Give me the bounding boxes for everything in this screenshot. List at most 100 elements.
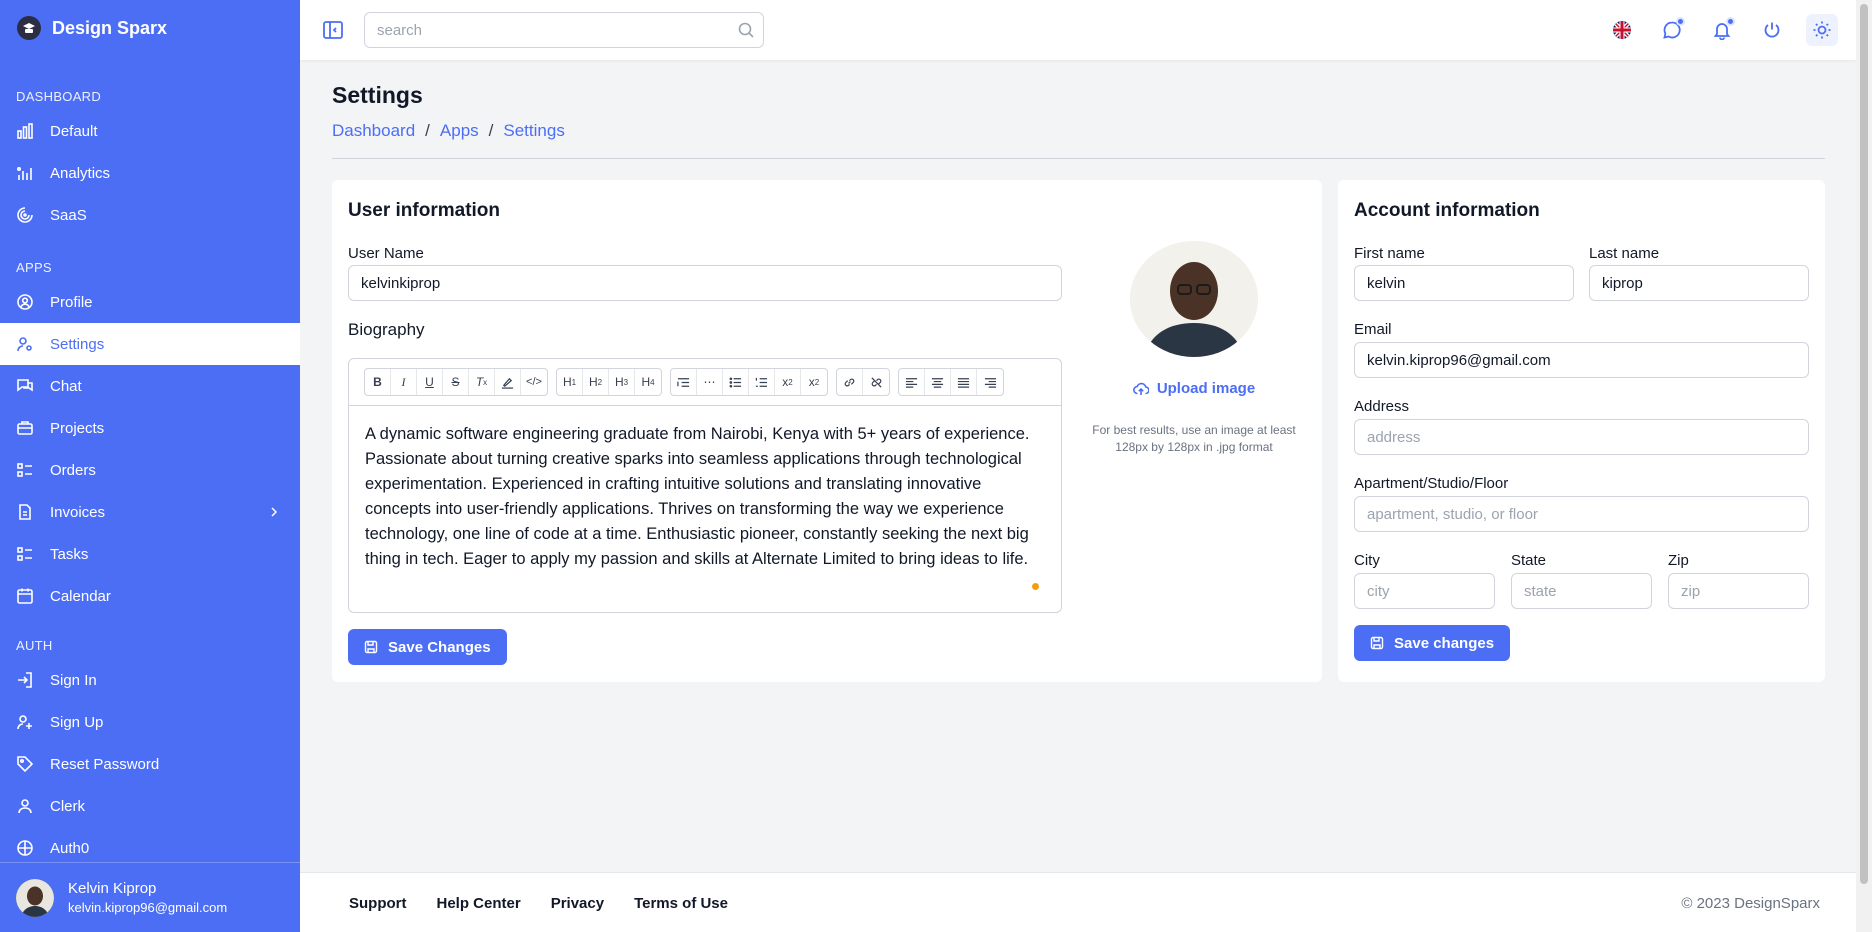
user-circle-icon bbox=[17, 294, 33, 310]
sidebar-item-profile[interactable]: Profile bbox=[0, 281, 300, 323]
footer-link-support[interactable]: Support bbox=[349, 895, 407, 912]
bar-chart-icon bbox=[17, 123, 33, 139]
highlight-icon[interactable] bbox=[495, 369, 521, 395]
section-label-dashboard: DASHBOARD bbox=[16, 88, 102, 104]
address-input[interactable] bbox=[1354, 419, 1809, 455]
topbar bbox=[300, 0, 1856, 60]
upload-image-button[interactable]: Upload image bbox=[1130, 380, 1258, 397]
format-group: B I U S Tx </> bbox=[364, 368, 548, 396]
tag-icon bbox=[17, 756, 34, 773]
sidebar-item-label: Auth0 bbox=[50, 839, 90, 857]
sidebar-item-clerk[interactable]: Clerk bbox=[0, 785, 300, 827]
bullet-list-icon[interactable] bbox=[723, 369, 749, 395]
horizontal-rule-icon[interactable]: ⋯ bbox=[697, 369, 723, 395]
sidebar-item-sign-in[interactable]: Sign In bbox=[0, 659, 300, 701]
state-label: State bbox=[1511, 552, 1547, 569]
sidebar-item-label: Sign Up bbox=[50, 713, 104, 731]
heading-2-icon[interactable]: H2 bbox=[583, 369, 609, 395]
messages-badge bbox=[1676, 17, 1685, 26]
last-name-input[interactable] bbox=[1589, 265, 1809, 301]
analytics-icon bbox=[16, 166, 32, 180]
link-icon[interactable] bbox=[837, 369, 863, 395]
sidebar-item-chat[interactable]: Chat bbox=[0, 365, 300, 407]
code-icon[interactable]: </> bbox=[521, 369, 547, 395]
align-group bbox=[898, 368, 1004, 396]
align-justify-icon[interactable] bbox=[951, 369, 977, 395]
heading-3-icon[interactable]: H3 bbox=[609, 369, 635, 395]
save-account-button[interactable]: Save changes bbox=[1354, 625, 1511, 661]
sidebar-item-saas[interactable]: SaaS bbox=[0, 194, 300, 236]
brand[interactable]: Design Sparx bbox=[0, 0, 300, 56]
align-right-icon[interactable] bbox=[977, 369, 1003, 395]
username-input[interactable] bbox=[348, 265, 1062, 301]
topbar-actions bbox=[1588, 0, 1856, 60]
notifications-button[interactable] bbox=[1706, 14, 1738, 46]
unlink-icon[interactable] bbox=[863, 369, 889, 395]
sidebar-item-label: Chat bbox=[50, 377, 82, 395]
breadcrumb-settings[interactable]: Settings bbox=[503, 121, 564, 141]
sidebar-item-tasks[interactable]: Tasks bbox=[0, 533, 300, 575]
logout-button[interactable] bbox=[1756, 14, 1788, 46]
breadcrumb-apps[interactable]: Apps bbox=[440, 121, 479, 141]
sidebar-item-default[interactable]: Default bbox=[0, 110, 300, 152]
list-icon bbox=[17, 547, 32, 561]
sidebar-item-projects[interactable]: Projects bbox=[0, 407, 300, 449]
heading-1-icon[interactable]: H1 bbox=[557, 369, 583, 395]
footer-link-help-center[interactable]: Help Center bbox=[437, 895, 521, 912]
superscript-icon[interactable]: x2 bbox=[801, 369, 827, 395]
underline-icon[interactable]: U bbox=[417, 369, 443, 395]
scrollbar-thumb[interactable] bbox=[1860, 4, 1868, 884]
user-icon bbox=[18, 799, 32, 814]
sidebar-item-orders[interactable]: Orders bbox=[0, 449, 300, 491]
save-changes-button[interactable]: Save Changes bbox=[348, 629, 507, 665]
shield-icon bbox=[17, 840, 33, 856]
footer-link-privacy[interactable]: Privacy bbox=[551, 895, 604, 912]
address-label: Address bbox=[1354, 398, 1410, 415]
email-input[interactable] bbox=[1354, 342, 1809, 378]
page-scrollbar[interactable] bbox=[1856, 0, 1872, 932]
blockquote-icon[interactable] bbox=[671, 369, 697, 395]
sidebar-item-sign-up[interactable]: Sign Up bbox=[0, 701, 300, 743]
footer-link-terms[interactable]: Terms of Use bbox=[634, 895, 728, 912]
first-name-input[interactable] bbox=[1354, 265, 1574, 301]
city-input[interactable] bbox=[1354, 573, 1495, 609]
user-plus-icon bbox=[17, 715, 32, 730]
messages-button[interactable] bbox=[1656, 14, 1688, 46]
bold-icon[interactable]: B bbox=[365, 369, 391, 395]
align-left-icon[interactable] bbox=[899, 369, 925, 395]
ordered-list-icon[interactable] bbox=[749, 369, 775, 395]
theme-toggle[interactable] bbox=[1806, 14, 1838, 46]
language-button[interactable] bbox=[1606, 14, 1638, 46]
align-center-icon[interactable] bbox=[925, 369, 951, 395]
search-input[interactable] bbox=[377, 21, 717, 39]
subscript-icon[interactable]: x2 bbox=[775, 369, 801, 395]
sidebar-item-label: Orders bbox=[50, 461, 96, 479]
biography-editor[interactable]: B I U S Tx </> H1 H2 H3 H4 ⋯ x 2 x 2 A d… bbox=[348, 358, 1062, 613]
chevron-right-icon bbox=[271, 507, 278, 517]
heading-4-icon[interactable]: H4 bbox=[635, 369, 661, 395]
sidebar-collapse-icon[interactable] bbox=[322, 19, 344, 41]
breadcrumb-dashboard[interactable]: Dashboard bbox=[332, 121, 415, 141]
clear-format-icon[interactable]: Tx bbox=[469, 369, 495, 395]
apartment-input[interactable] bbox=[1354, 496, 1809, 532]
search-icon[interactable] bbox=[737, 21, 755, 39]
sidebar-user[interactable]: Kelvin Kiprop kelvin.kiprop96@gmail.com bbox=[0, 862, 300, 932]
sidebar-item-label: SaaS bbox=[50, 206, 87, 224]
sidebar-item-label: Reset Password bbox=[50, 755, 160, 773]
link-group bbox=[836, 368, 890, 396]
logo-icon bbox=[17, 16, 41, 40]
sidebar-item-invoices[interactable]: Invoices bbox=[0, 491, 300, 533]
sidebar-item-analytics[interactable]: Analytics bbox=[0, 152, 300, 194]
italic-icon[interactable]: I bbox=[391, 369, 417, 395]
zip-label: Zip bbox=[1668, 552, 1689, 569]
brand-name: Design Sparx bbox=[52, 17, 168, 38]
sidebar-item-settings[interactable]: Settings bbox=[0, 323, 300, 365]
zip-input[interactable] bbox=[1668, 573, 1809, 609]
apartment-label: Apartment/Studio/Floor bbox=[1354, 475, 1509, 492]
search-box[interactable] bbox=[364, 12, 764, 48]
strikethrough-icon[interactable]: S bbox=[443, 369, 469, 395]
sidebar-item-calendar[interactable]: Calendar bbox=[0, 575, 300, 617]
state-input[interactable] bbox=[1511, 573, 1652, 609]
biography-text[interactable]: A dynamic software engineering graduate … bbox=[349, 406, 1061, 572]
sidebar-item-reset-password[interactable]: Reset Password bbox=[0, 743, 300, 785]
